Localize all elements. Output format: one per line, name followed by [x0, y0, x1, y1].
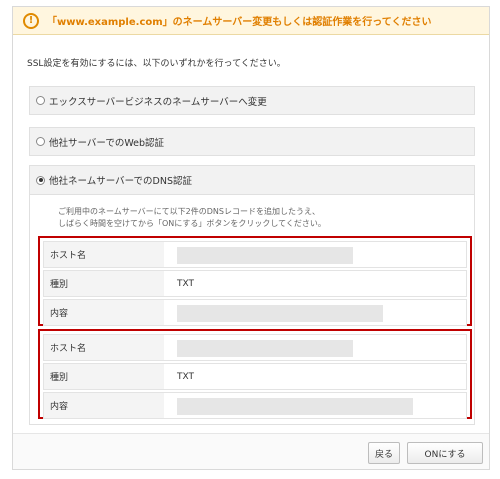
option-label: 他社ネームサーバーでのDNS認証 [49, 176, 193, 187]
content-value-redacted [177, 305, 383, 322]
host-label: ホスト名 [44, 242, 164, 267]
host-value-redacted [177, 247, 353, 264]
host-value-redacted [177, 340, 353, 357]
type-value: TXT [177, 278, 195, 289]
dns-description-line: ご利用中のネームサーバーにて以下2件のDNSレコードを追加したうえ、 [58, 207, 320, 216]
dns-description-line: しばらく時間を空けてから「ONにする」ボタンをクリックしてください。 [58, 219, 326, 228]
record-row-content: 内容 [43, 299, 467, 326]
option-dns-auth[interactable]: 他社ネームサーバーでのDNS認証 [30, 166, 474, 195]
radio-nameserver-change[interactable] [36, 96, 45, 105]
dns-auth-section: 他社ネームサーバーでのDNS認証 ご利用中のネームサーバーにて以下2件のDNSレ… [29, 165, 475, 425]
type-value: TXT [177, 371, 195, 382]
type-label: 種別 [44, 271, 164, 296]
intro-text: SSL設定を有効にするには、以下のいずれかを行ってください。 [27, 59, 286, 69]
option-label: 他社サーバーでのWeb認証 [49, 137, 165, 149]
dns-record-1: ホスト名 種別 TXT 内容 [38, 236, 472, 326]
record-row-content: 内容 [43, 392, 467, 419]
record-row-host: ホスト名 [43, 241, 467, 268]
back-button[interactable]: 戻る [368, 442, 400, 464]
record-row-type: 種別 TXT [43, 363, 467, 390]
alert-banner: ! 「www.example.com」のネームサーバー変更もしくは認証作業を行っ… [13, 7, 489, 35]
record-row-host: ホスト名 [43, 334, 467, 361]
content-label: 内容 [44, 393, 164, 418]
radio-dns-auth[interactable] [36, 175, 45, 185]
content-label: 内容 [44, 300, 164, 325]
ssl-settings-panel: ! 「www.example.com」のネームサーバー変更もしくは認証作業を行っ… [12, 6, 490, 470]
content-value-redacted [177, 398, 413, 415]
radio-web-auth[interactable] [36, 137, 45, 146]
type-label: 種別 [44, 364, 164, 389]
record-row-type: 種別 TXT [43, 270, 467, 297]
host-label: ホスト名 [44, 335, 164, 360]
option-label: エックスサーバービジネスのネームサーバーへ変更 [49, 96, 267, 108]
option-nameserver-change[interactable]: エックスサーバービジネスのネームサーバーへ変更 [29, 86, 475, 115]
alert-message: 「www.example.com」のネームサーバー変更もしくは認証作業を行ってく… [47, 17, 432, 28]
option-web-auth[interactable]: 他社サーバーでのWeb認証 [29, 127, 475, 156]
footer-bar: 戻る ONにする [13, 433, 489, 469]
dns-record-2: ホスト名 種別 TXT 内容 [38, 329, 472, 419]
dns-description: ご利用中のネームサーバーにて以下2件のDNSレコードを追加したうえ、 しばらく時… [58, 206, 326, 230]
exclamation-icon: ! [23, 12, 39, 29]
turn-on-button[interactable]: ONにする [407, 442, 483, 464]
